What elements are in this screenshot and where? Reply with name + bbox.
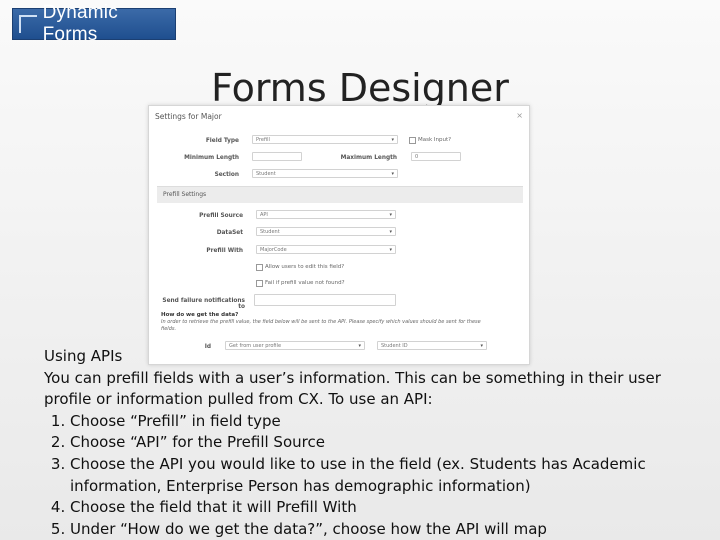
field-type-label: Field Type xyxy=(205,138,239,144)
list-item: Choose “Prefill” in field type xyxy=(70,411,684,433)
prefill-settings-title: Prefill Settings xyxy=(163,191,207,198)
max-length-value: 0 xyxy=(415,154,419,160)
send-failure-input[interactable] xyxy=(254,294,396,306)
chevron-down-icon: ▾ xyxy=(391,137,394,143)
prefill-with-value: MajorCode xyxy=(260,247,287,253)
fail-prefill-label: Fail if prefill value not found? xyxy=(265,280,345,286)
min-length-input[interactable] xyxy=(252,152,302,161)
dataset-label: DataSet xyxy=(216,230,243,236)
field-type-value: Prefill xyxy=(256,137,270,143)
allow-edit-label: Allow users to edit this field? xyxy=(265,264,345,270)
section-select[interactable]: Student ▾ xyxy=(252,169,398,178)
dynamic-forms-logo: Dynamic Forms xyxy=(12,2,176,45)
prefill-source-value: API xyxy=(260,212,268,218)
how-get-data-heading: How do we get the data? xyxy=(161,312,239,318)
slide-title: Forms Designer xyxy=(211,66,509,110)
chevron-down-icon: ▾ xyxy=(389,247,392,253)
list-item: Under “How do we get the data?”, choose … xyxy=(70,519,684,540)
prefill-with-label: Prefill With xyxy=(206,248,243,254)
logo-text: Dynamic Forms xyxy=(42,2,118,45)
logo-mark-icon xyxy=(19,15,37,33)
dataset-select[interactable]: Student ▾ xyxy=(256,227,396,236)
dialog-title: Settings for Major xyxy=(155,112,222,121)
instructions-heading: Using APIs xyxy=(44,347,123,365)
field-type-select[interactable]: Prefill ▾ xyxy=(252,135,398,144)
mask-input-label: Mask Input? xyxy=(418,137,452,143)
min-length-label: Minimum Length xyxy=(184,155,239,161)
list-item: Choose “API” for the Prefill Source xyxy=(70,432,684,454)
send-failure-label: Send failure notifications to xyxy=(162,298,245,310)
allow-edit-checkbox[interactable] xyxy=(256,264,263,271)
how-get-data-description: In order to retrieve the prefill value, … xyxy=(161,319,481,332)
dataset-value: Student xyxy=(260,229,280,235)
max-length-input[interactable]: 0 xyxy=(411,152,461,161)
fail-prefill-checkbox[interactable] xyxy=(256,280,263,287)
list-item: Choose the API you would like to use in … xyxy=(70,454,684,497)
list-item: Choose the field that it will Prefill Wi… xyxy=(70,497,684,519)
section-label: Section xyxy=(214,172,239,178)
prefill-with-select[interactable]: MajorCode ▾ xyxy=(256,245,396,254)
max-length-label: Maximum Length xyxy=(340,155,397,161)
chevron-down-icon: ▾ xyxy=(389,212,392,218)
instructions-intro: You can prefill fields with a user’s inf… xyxy=(44,368,661,409)
prefill-settings-header: Prefill Settings xyxy=(157,186,523,203)
close-icon[interactable]: × xyxy=(516,111,523,120)
prefill-source-select[interactable]: API ▾ xyxy=(256,210,396,219)
chevron-down-icon: ▾ xyxy=(389,229,392,235)
steps-list: Choose “Prefill” in field type Choose “A… xyxy=(44,411,684,540)
chevron-down-icon: ▾ xyxy=(391,171,394,177)
instructions: Using APIs You can prefill fields with a… xyxy=(44,346,684,540)
prefill-source-label: Prefill Source xyxy=(199,213,243,219)
section-value: Student xyxy=(256,171,276,177)
settings-dialog-screenshot: Settings for Major × Field Type Prefill ▾… xyxy=(148,105,530,365)
mask-input-checkbox[interactable] xyxy=(409,137,416,144)
